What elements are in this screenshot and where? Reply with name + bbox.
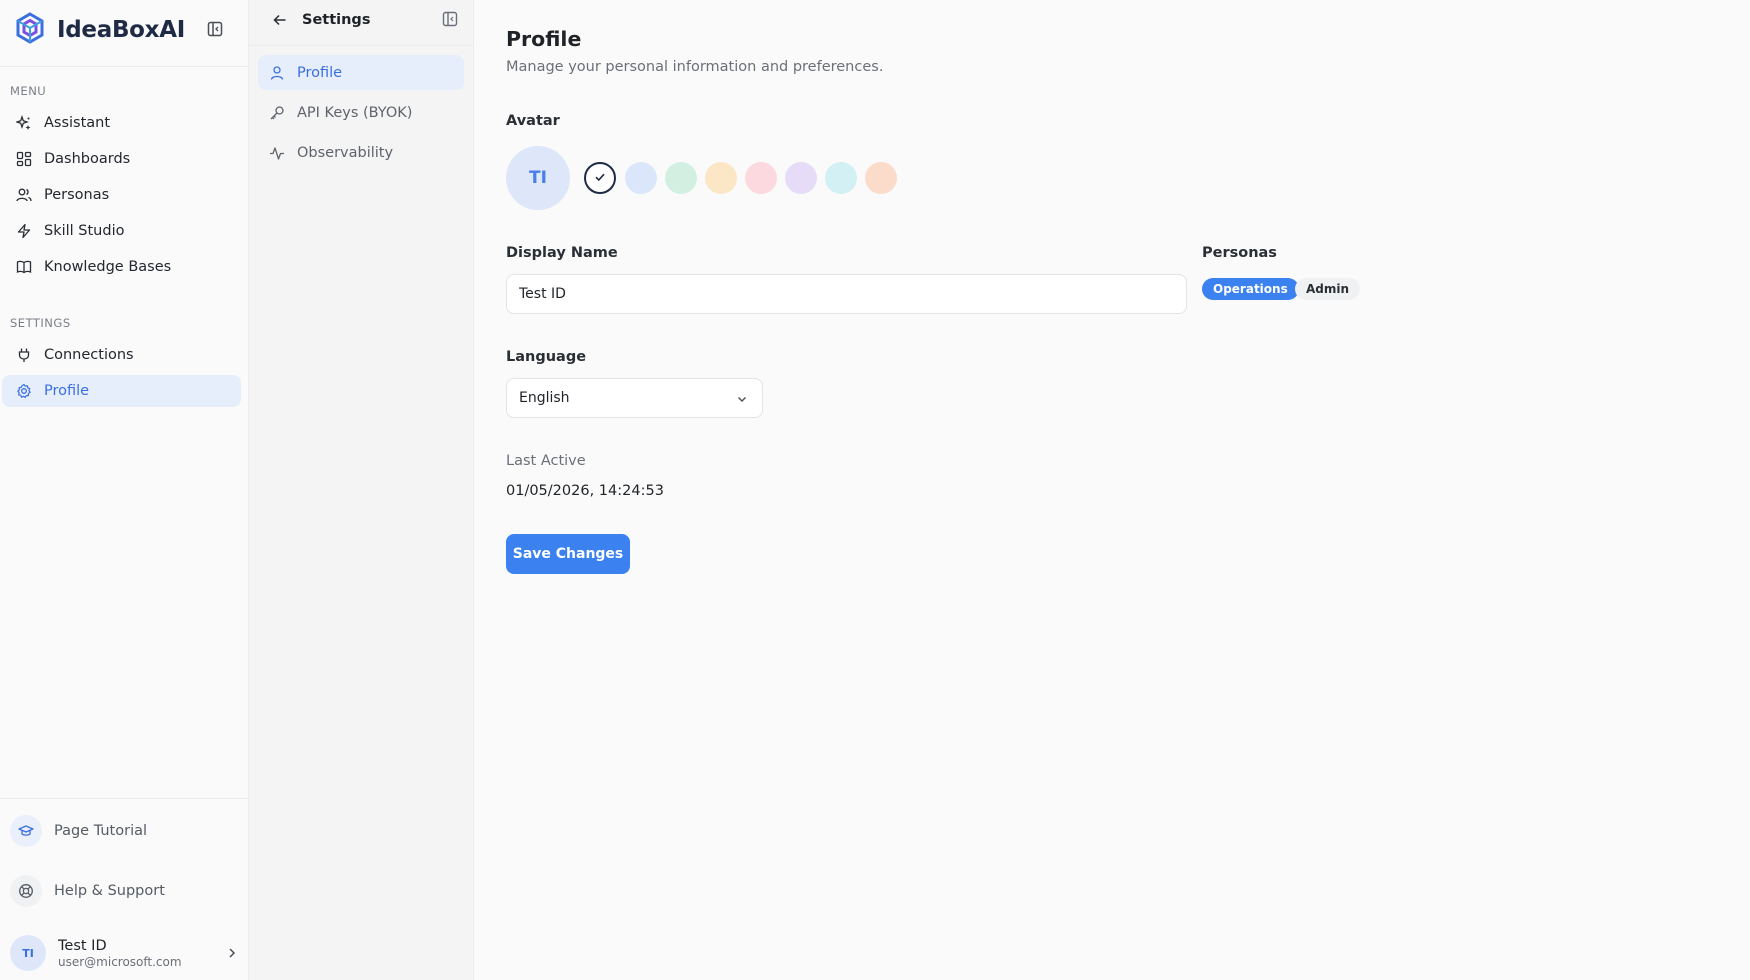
panel-toggle-icon	[442, 11, 458, 31]
graduation-cap-icon	[10, 815, 42, 847]
help-support-button[interactable]: Help & Support	[10, 874, 240, 908]
settings-item-observability[interactable]: Observability	[258, 135, 464, 170]
page-tutorial-button[interactable]: Page Tutorial	[10, 814, 240, 848]
settings-item-api-keys[interactable]: API Keys (BYOK)	[258, 95, 464, 130]
persona-tag-operations[interactable]: Operations	[1202, 278, 1299, 300]
save-changes-button[interactable]: Save Changes	[506, 534, 630, 574]
avatar-color-swatch[interactable]	[665, 162, 697, 194]
sidebar-item-assistant[interactable]: Assistant	[2, 107, 241, 139]
dashboard-grid-icon	[16, 151, 32, 167]
chevron-down-icon	[734, 391, 750, 407]
main-sidebar: IdeaBoxAI MENU Assistant Dashboards Pers…	[0, 0, 249, 980]
avatar-color-swatch[interactable]	[745, 162, 777, 194]
user-email: user@microsoft.com	[58, 954, 182, 969]
avatar-color-swatch[interactable]	[825, 162, 857, 194]
back-button[interactable]	[269, 11, 291, 33]
sidebar-item-label: Connections	[44, 347, 134, 363]
arrow-left-icon	[272, 12, 288, 32]
user-account-menu[interactable]: TI Test ID user@microsoft.com	[10, 933, 240, 973]
gear-icon	[16, 383, 32, 399]
settings-collapse-button[interactable]	[439, 10, 461, 32]
sidebar-collapse-button[interactable]	[204, 20, 226, 42]
settings-panel: Settings Profile API Keys (BYOK) Observa…	[249, 0, 474, 980]
lifebuoy-icon	[10, 875, 42, 907]
sidebar-item-label: Knowledge Bases	[44, 259, 172, 275]
sidebar-item-label: Profile	[44, 383, 90, 399]
book-icon	[16, 259, 32, 275]
logo-icon	[13, 11, 47, 49]
settings-section-label: SETTINGS	[10, 316, 71, 330]
help-support-label: Help & Support	[54, 883, 165, 899]
user-name: Test ID	[58, 937, 107, 954]
plug-icon	[16, 347, 32, 363]
brand[interactable]: IdeaBoxAI	[13, 11, 185, 49]
sidebar-item-skill-studio[interactable]: Skill Studio	[2, 215, 241, 247]
persona-tag-admin[interactable]: Admin	[1295, 278, 1361, 300]
avatar-preview: TI	[506, 146, 570, 210]
language-selected-value: English	[519, 390, 570, 406]
language-label: Language	[506, 349, 587, 365]
user-icon	[269, 65, 285, 81]
page-tutorial-label: Page Tutorial	[54, 823, 148, 839]
sidebar-item-dashboards[interactable]: Dashboards	[2, 143, 241, 175]
divider	[0, 798, 249, 799]
sidebar-item-personas[interactable]: Personas	[2, 179, 241, 211]
avatar-color-swatch[interactable]	[584, 162, 616, 194]
avatar: TI	[10, 935, 46, 971]
sidebar-item-profile[interactable]: Profile	[2, 375, 241, 407]
settings-item-profile[interactable]: Profile	[258, 55, 464, 90]
sidebar-item-label: Skill Studio	[44, 223, 125, 239]
lightning-icon	[16, 223, 32, 239]
settings-title: Settings	[302, 12, 371, 28]
language-select[interactable]: English	[506, 378, 763, 418]
page-title: Profile	[506, 27, 582, 51]
chevron-right-icon	[224, 945, 240, 961]
settings-item-label: Profile	[297, 64, 343, 81]
menu-section-label: MENU	[10, 84, 47, 98]
sidebar-item-label: Dashboards	[44, 151, 131, 167]
avatar-label: Avatar	[506, 113, 560, 129]
users-icon	[16, 187, 32, 203]
activity-icon	[269, 145, 285, 161]
sidebar-item-knowledge-bases[interactable]: Knowledge Bases	[2, 251, 241, 283]
brand-name: IdeaBoxAI	[57, 17, 185, 43]
sparkle-icon	[16, 115, 32, 131]
key-icon	[269, 105, 285, 121]
sidebar-item-label: Personas	[44, 187, 110, 203]
page-subtitle: Manage your personal information and pre…	[506, 59, 884, 75]
divider	[0, 66, 249, 67]
sidebar-item-connections[interactable]: Connections	[2, 339, 241, 371]
check-icon	[593, 169, 607, 188]
settings-item-label: API Keys (BYOK)	[297, 104, 413, 121]
last-active-label: Last Active	[506, 453, 586, 469]
avatar-color-swatch[interactable]	[705, 162, 737, 194]
profile-page: Profile Manage your personal information…	[474, 0, 1750, 980]
user-info: Test ID user@microsoft.com	[58, 937, 182, 970]
display-name-label: Display Name	[506, 245, 618, 261]
last-active-value: 01/05/2026, 14:24:53	[506, 483, 664, 499]
display-name-input[interactable]	[506, 274, 1187, 314]
settings-item-label: Observability	[297, 144, 394, 161]
personas-label: Personas	[1202, 245, 1277, 261]
avatar-color-swatch[interactable]	[865, 162, 897, 194]
sidebar-toggle-icon	[207, 21, 223, 41]
avatar-color-swatch[interactable]	[625, 162, 657, 194]
sidebar-item-label: Assistant	[44, 115, 111, 131]
avatar-color-swatch[interactable]	[785, 162, 817, 194]
settings-header: Settings	[249, 0, 474, 46]
